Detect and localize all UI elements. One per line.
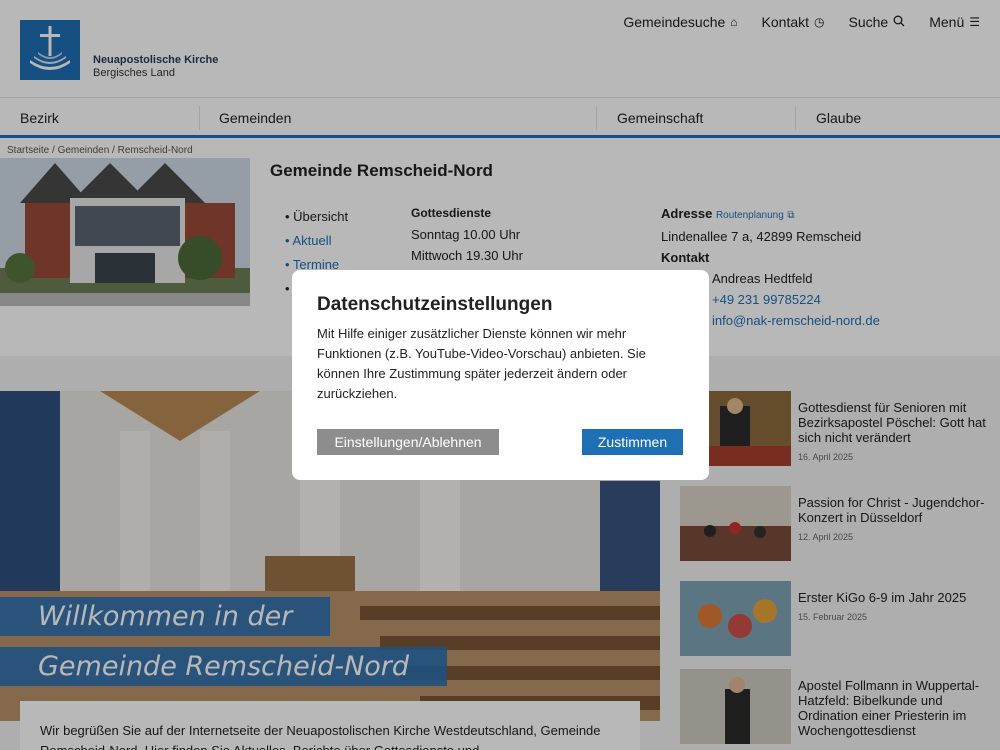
cookie-consent-dialog: Datenschutzeinstellungen Mit Hilfe einig… [292, 270, 709, 480]
dialog-title: Datenschutzeinstellungen [317, 294, 553, 315]
settings-decline-button[interactable]: Einstellungen/Ablehnen [317, 429, 499, 455]
agree-button[interactable]: Zustimmen [582, 429, 683, 455]
dialog-text: Mit Hilfe einiger zusätzlicher Dienste k… [317, 326, 646, 401]
